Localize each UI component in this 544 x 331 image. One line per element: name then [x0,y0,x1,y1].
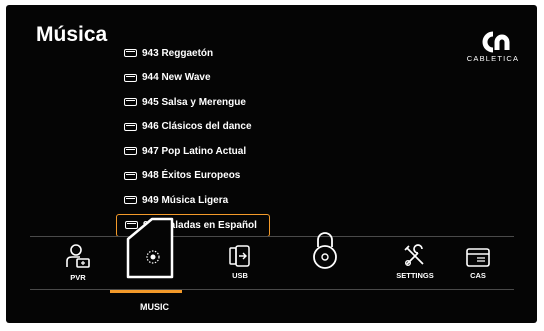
channel-label: 949 Música Ligera [142,194,229,206]
tv-icon [124,171,137,180]
selected-underline [110,290,182,293]
channel-item[interactable]: 945 Salsa y Merengue [116,90,276,115]
tv-icon [124,122,137,131]
tv-screen: Música CABLETICA 943 Reggaetón 944 New W… [6,5,537,323]
tv-icon [124,49,137,58]
main-menu-bar: PVR USB SETTINGS CAS [30,232,514,290]
channel-item[interactable]: 946 Clásicos del dance [116,115,276,140]
menu-item-music[interactable] [110,211,182,293]
menu-label-usb: USB [232,271,248,280]
lock-icon [313,232,337,269]
channel-label: 946 Clásicos del dance [142,121,252,133]
brand-logo: CABLETICA [463,31,523,81]
menu-label-pvr: PVR [70,273,86,282]
menu-item-usb[interactable]: USB [220,237,260,289]
channel-item[interactable]: 944 New Wave [116,66,276,91]
tv-icon [124,73,137,82]
tv-icon [124,196,137,205]
channel-label: 947 Pop Latino Actual [142,145,247,157]
channel-item[interactable]: 948 Éxitos Europeos [116,164,276,189]
tv-icon [124,147,137,156]
channel-label: 948 Éxitos Europeos [142,170,241,182]
channel-label: 945 Salsa y Merengue [142,96,246,108]
settings-tools-icon [404,244,424,267]
channel-item[interactable]: 949 Música Ligera [116,188,276,213]
channel-item[interactable]: 943 Reggaetón [116,41,276,66]
music-note-icon [126,217,174,279]
menu-label-cas: CAS [470,271,486,280]
cabletica-logo-icon [482,31,510,53]
pvr-user-icon [66,244,90,268]
menu-item-pvr[interactable]: PVR [58,237,98,289]
page-title: Música [36,23,108,46]
channel-label: 943 Reggaetón [142,47,214,59]
channel-label: 944 New Wave [142,72,211,84]
tv-icon [124,98,137,107]
channel-list: 943 Reggaetón 944 New Wave 945 Salsa y M… [116,41,276,237]
menu-label-music: MUSIC [140,302,169,312]
menu-item-cas[interactable]: CAS [458,237,498,289]
brand-name: CABLETICA [466,54,520,63]
channel-item[interactable]: 947 Pop Latino Actual [116,139,276,164]
cas-card-icon [466,248,490,267]
usb-icon [229,245,250,267]
menu-label-settings: SETTINGS [396,271,434,280]
menu-item-settings[interactable]: SETTINGS [390,237,440,289]
menu-item-lock[interactable] [305,232,345,289]
